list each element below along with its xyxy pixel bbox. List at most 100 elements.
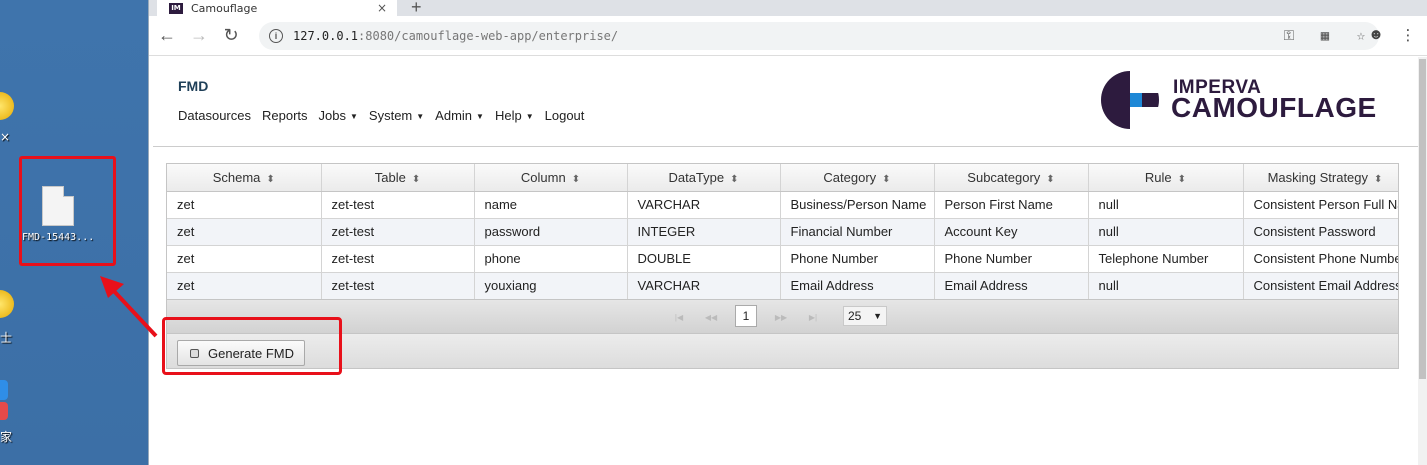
column-header[interactable]: Rule ⬍ xyxy=(1088,164,1244,192)
menu-item-label: Jobs xyxy=(318,108,346,123)
tab-title: Camouflage xyxy=(191,1,258,15)
menu-item-help[interactable]: Help ▼ xyxy=(495,108,534,123)
menu-item-jobs[interactable]: Jobs ▼ xyxy=(319,108,358,123)
column-header-label: Subcategory xyxy=(967,169,1041,185)
menu-item-logout[interactable]: Logout xyxy=(545,108,585,123)
sort-icon[interactable]: ⬍ xyxy=(572,174,580,185)
translate-icon[interactable]: ▦ xyxy=(1307,28,1343,44)
page-number-button[interactable]: 1 xyxy=(735,305,757,327)
key-icon[interactable]: ⚿ xyxy=(1271,28,1307,44)
favicon-icon: IM xyxy=(169,2,183,14)
column-header-label: Rule xyxy=(1144,169,1172,185)
menu-item-system[interactable]: System ▼ xyxy=(369,108,424,123)
column-header-label: Masking Strategy xyxy=(1267,169,1369,185)
sort-icon[interactable]: ⬍ xyxy=(266,174,274,185)
menu-item-reports[interactable]: Reports xyxy=(262,108,308,123)
menu-item-label: Help xyxy=(494,108,522,123)
desktop-app-icon-partial[interactable] xyxy=(0,290,14,318)
menu-item-datasources[interactable]: Datasources xyxy=(178,108,251,123)
caret-down-icon: ▼ xyxy=(416,112,425,122)
menu-item-admin[interactable]: Admin ▼ xyxy=(435,108,484,123)
column-header[interactable]: Category ⬍ xyxy=(780,164,935,192)
column-header[interactable]: Subcategory ⬍ xyxy=(934,164,1089,192)
last-page-icon[interactable]: ▶| xyxy=(801,309,825,325)
caret-down-icon: ▼ xyxy=(349,112,358,122)
menu-item-label: Admin xyxy=(435,108,473,123)
column-header-label: Schema xyxy=(212,169,261,185)
column-header[interactable]: Column ⬍ xyxy=(474,164,628,192)
prev-page-icon[interactable]: ◀◀ xyxy=(699,309,723,325)
address-bar[interactable]: i 127.0.0.1:8080/camouflage-web-app/ente… xyxy=(259,22,1379,50)
sort-icon[interactable]: ⬍ xyxy=(730,174,738,185)
table-cell: VARCHAR xyxy=(627,191,781,219)
table-cell: zet xyxy=(167,245,322,273)
table-cell: Consistent Phone Number xyxy=(1243,245,1398,273)
close-icon[interactable]: × xyxy=(377,1,387,15)
sort-icon[interactable]: ⬍ xyxy=(882,174,890,185)
column-header-label: Column xyxy=(520,169,566,185)
scrollbar-thumb[interactable] xyxy=(1419,59,1426,379)
caret-down-icon: ▼ xyxy=(525,112,534,122)
sort-icon[interactable]: ⬍ xyxy=(1374,174,1382,185)
column-header-label: Category xyxy=(823,169,877,185)
url-host: 127.0.0.1 xyxy=(293,29,359,43)
desktop-app-icon-partial[interactable] xyxy=(0,380,8,400)
table-cell: null xyxy=(1088,191,1244,219)
imperva-logo-icon xyxy=(1101,71,1159,129)
table-cell: Phone Number xyxy=(780,245,935,273)
table-cell: zet xyxy=(167,272,322,300)
imperva-camouflage-logo: IMPERVA CAMOUFLAGE xyxy=(1101,71,1406,133)
first-page-icon[interactable]: |◀ xyxy=(667,309,691,325)
table-cell: youxiang xyxy=(474,272,628,300)
table-cell: Email Address xyxy=(780,272,935,300)
table-cell: Person First Name xyxy=(934,191,1089,219)
back-arrow-icon[interactable]: ← xyxy=(153,22,181,50)
column-header[interactable]: Table ⬍ xyxy=(321,164,475,192)
menu-item-label: System xyxy=(368,108,413,123)
table-cell: zet xyxy=(167,191,322,219)
desktop-app-icon-partial[interactable] xyxy=(0,402,8,420)
column-header[interactable]: Masking Strategy ⬍ xyxy=(1243,164,1398,192)
annotation-box-generate xyxy=(162,317,342,375)
info-icon[interactable]: i xyxy=(269,29,283,43)
vertical-scrollbar[interactable] xyxy=(1418,57,1427,465)
logo-text-camouflage: CAMOUFLAGE xyxy=(1171,92,1377,123)
sort-icon[interactable]: ⬍ xyxy=(1046,174,1054,185)
desktop-icon-label: 家 xyxy=(0,430,13,444)
table-cell: null xyxy=(1088,218,1244,246)
more-menu-icon[interactable]: ⋮ xyxy=(1397,26,1419,44)
sort-icon[interactable]: ⬍ xyxy=(1178,174,1186,185)
divider xyxy=(153,146,1424,147)
table-row[interactable]: zet zet-test password INTEGER Financial Numb… xyxy=(167,218,1398,246)
url-path: :8080/camouflage-web-app/enterprise/ xyxy=(358,29,619,43)
table-row[interactable]: zet zet-test phone DOUBLE Phone Number Phone … xyxy=(167,245,1398,273)
browser-tab[interactable]: IM Camouflage × xyxy=(157,0,397,16)
menu-item-label: Reports xyxy=(261,108,308,123)
table-cell: zet-test xyxy=(321,245,475,273)
page-title: FMD xyxy=(178,78,209,94)
table-cell: password xyxy=(474,218,628,246)
column-header[interactable]: DataType ⬍ xyxy=(627,164,781,192)
desktop-icon-label: × xyxy=(0,130,11,144)
page-size-select[interactable]: 25 ▼ xyxy=(843,306,887,326)
table-cell: name xyxy=(474,191,628,219)
profile-icon[interactable]: ☻ xyxy=(1365,26,1387,44)
browser-toolbar: ← → ↻ i 127.0.0.1:8080/camouflage-web-ap… xyxy=(149,16,1427,56)
desktop-app-icon-partial[interactable] xyxy=(0,92,14,120)
menu-item-label: Logout xyxy=(544,108,585,123)
table-cell: Email Address xyxy=(934,272,1089,300)
sort-icon[interactable]: ⬍ xyxy=(412,174,420,185)
tab-strip: IM Camouflage × + xyxy=(149,0,1427,17)
table-cell: zet-test xyxy=(321,191,475,219)
table-cell: phone xyxy=(474,245,628,273)
table-header-row: Schema ⬍ Table ⬍ Column ⬍ DataType ⬍ Category ⬍ Su… xyxy=(167,164,1398,192)
column-header[interactable]: Schema ⬍ xyxy=(167,164,322,192)
reload-icon[interactable]: ↻ xyxy=(217,22,245,50)
forward-arrow-icon[interactable]: → xyxy=(185,22,213,50)
table-row[interactable]: zet zet-test name VARCHAR Business/Person Na… xyxy=(167,191,1398,219)
next-page-icon[interactable]: ▶▶ xyxy=(769,309,793,325)
table-cell: Consistent Password xyxy=(1243,218,1398,246)
action-bar: Generate FMD xyxy=(167,333,1398,368)
table-row[interactable]: zet zet-test youxiang VARCHAR Email Address E… xyxy=(167,272,1398,300)
table-cell: Consistent Email Address xyxy=(1243,272,1398,300)
